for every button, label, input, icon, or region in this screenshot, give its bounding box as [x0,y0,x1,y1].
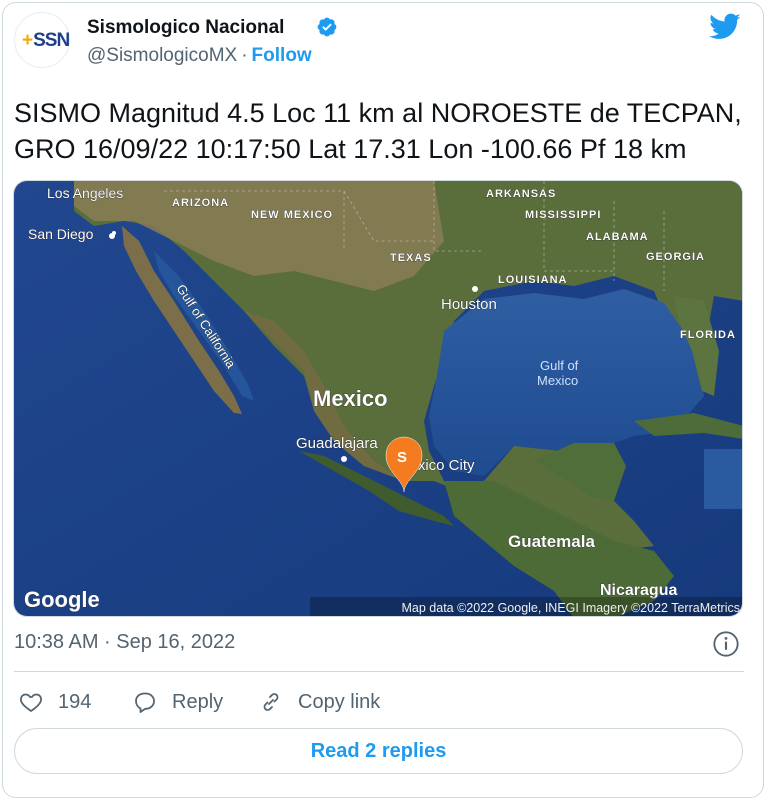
avatar[interactable]: +SSN [14,12,70,68]
label-gulf-of-mexico-2: Mexico [537,373,578,388]
label-mexico: Mexico [313,386,388,411]
link-icon [263,693,279,711]
label-guatemala: Guatemala [508,532,595,551]
label-louisiana: LOUISIANA [498,274,568,286]
verified-badge-icon [317,17,337,37]
map-card[interactable]: Los Angeles ARIZONA NEW MEXICO ARKANSAS … [13,180,743,617]
label-houston: Houston [441,296,497,313]
google-logo: Google [24,587,100,612]
map-image[interactable]: Los Angeles ARIZONA NEW MEXICO ARKANSAS … [14,181,743,617]
divider [14,671,744,672]
avatar-logo: +SSN [22,30,70,51]
map-attribution: Map data ©2022 Google, INEGI Imagery ©20… [402,601,741,615]
reply-bubble-icon [135,692,155,713]
label-gulf-of-mexico-1: Gulf of [540,358,579,373]
label-alabama: ALABAMA [586,231,649,243]
like-button[interactable]: 194 [18,684,91,720]
label-arkansas: ARKANSAS [486,188,556,200]
copy-link-label: Copy link [298,690,381,713]
label-florida: FLORIDA [680,329,736,341]
label-georgia: GEORGIA [646,251,705,263]
city-dot [341,456,347,462]
tweet-header: +SSN Sismologico Nacional @SismologicoMX… [0,0,768,80]
handle-row: @SismologicoMX · Follow [87,45,312,66]
tweet-timestamp[interactable]: 10:38 AM · Sep 16, 2022 [14,631,235,654]
reply-label: Reply [172,690,224,713]
city-dot [112,231,116,235]
follow-button[interactable]: Follow [252,45,312,66]
caribbean-sea [704,449,742,509]
label-new-mexico: NEW MEXICO [251,209,333,221]
heart-icon [20,693,42,712]
label-texas: TEXAS [390,252,432,264]
read-replies-button[interactable]: Read 2 replies [14,728,743,774]
like-count: 194 [58,690,92,713]
action-bar: 194 Reply Copy link [14,684,754,720]
reply-button[interactable]: Reply [132,684,223,720]
copy-link-button[interactable]: Copy link [258,684,380,720]
display-name[interactable]: Sismologico Nacional [87,17,284,39]
label-arizona: ARIZONA [172,197,229,209]
tweet-text: SISMO Magnitud 4.5 Loc 11 km al NOROESTE… [14,98,742,164]
label-los-angeles: Los Angeles [47,185,123,201]
marker-letter: S [397,449,407,466]
label-san-diego: San Diego [28,226,94,242]
twitter-bird-icon[interactable] [707,10,743,42]
label-mississippi: MISSISSIPPI [525,209,601,221]
info-icon[interactable] [712,630,740,658]
handle[interactable]: @SismologicoMX [87,45,237,66]
label-guadalajara: Guadalajara [296,435,378,452]
label-nicaragua: Nicaragua [600,582,677,599]
city-dot [472,286,478,292]
